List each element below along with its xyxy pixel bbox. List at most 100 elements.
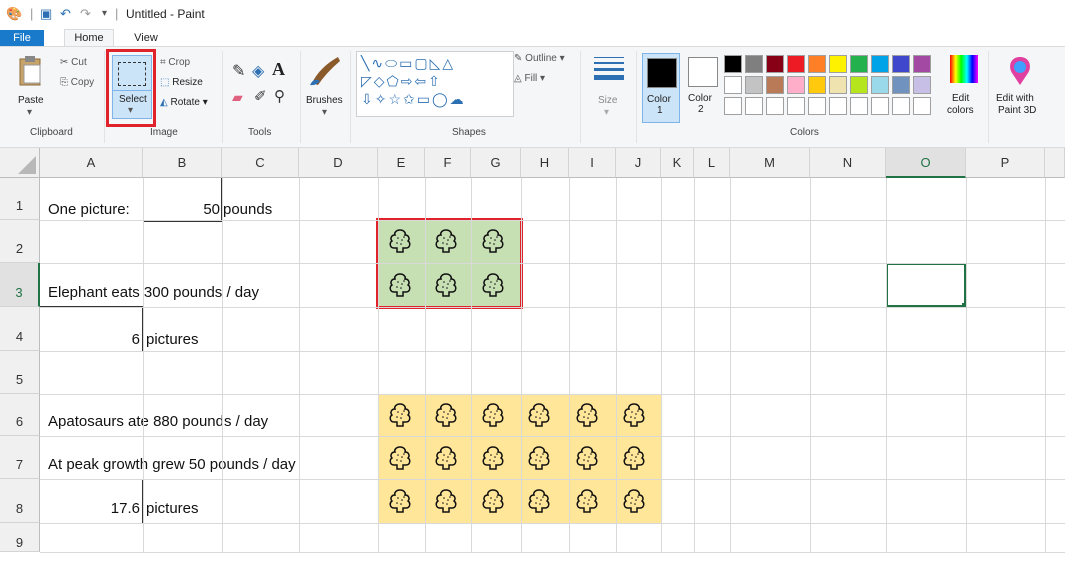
rotate-button[interactable]: ◭ Rotate ▾	[160, 97, 208, 108]
row-header-6[interactable]: 6	[0, 394, 40, 436]
palette-swatch[interactable]	[871, 55, 889, 73]
cut-button[interactable]: ✂ Cut	[60, 57, 87, 68]
palette-swatch[interactable]	[808, 76, 826, 94]
paint3d-icon[interactable]	[1006, 55, 1034, 87]
palette-swatch[interactable]	[913, 76, 931, 94]
column-header-g[interactable]: G	[471, 148, 521, 178]
color2-button[interactable]: Color 2	[684, 53, 720, 121]
edit-colors-label-2[interactable]: colors	[947, 105, 974, 116]
palette-swatch[interactable]	[892, 97, 910, 115]
text-tool-icon[interactable]: A	[272, 59, 285, 80]
save-icon[interactable]: ▣	[40, 6, 52, 22]
row-header-3[interactable]: 3	[0, 263, 40, 307]
palette-swatch[interactable]	[745, 55, 763, 73]
cell-b8[interactable]: pictures	[146, 500, 199, 517]
paste-label[interactable]: Paste	[18, 95, 44, 106]
column-header-j[interactable]: J	[616, 148, 661, 178]
palette-swatch[interactable]	[850, 97, 868, 115]
crop-button[interactable]: ⌗ Crop	[160, 57, 190, 68]
column-header-l[interactable]: L	[694, 148, 730, 178]
cell-a3[interactable]: Elephant eats 300 pounds / day	[48, 284, 259, 301]
column-header-a[interactable]: A	[40, 148, 143, 178]
tab-file[interactable]: File	[0, 30, 44, 46]
row-header-4[interactable]: 4	[0, 307, 40, 351]
tab-view[interactable]: View	[124, 30, 168, 46]
cell-a1[interactable]: One picture:	[48, 201, 130, 218]
edit-colors-label-1[interactable]: Edit	[952, 93, 969, 104]
row-header-9[interactable]: 9	[0, 523, 40, 552]
column-header-f[interactable]: F	[425, 148, 471, 178]
palette-swatch[interactable]	[724, 55, 742, 73]
row-header-1[interactable]: 1	[0, 178, 40, 220]
palette-swatch[interactable]	[724, 76, 742, 94]
eraser-icon[interactable]: ▰	[232, 89, 243, 106]
size-dropdown-icon[interactable]: ▾	[604, 107, 609, 118]
palette-swatch[interactable]	[892, 55, 910, 73]
palette-swatch[interactable]	[871, 76, 889, 94]
palette-swatch[interactable]	[766, 76, 784, 94]
cell-a6[interactable]: Apatosaurs ate 880 pounds / day	[48, 413, 268, 430]
resize-button[interactable]: ⬚ Resize	[160, 77, 203, 88]
palette-swatch[interactable]	[766, 97, 784, 115]
size-icon[interactable]	[594, 57, 624, 81]
palette-swatch[interactable]	[829, 55, 847, 73]
paste-dropdown-icon[interactable]: ▾	[27, 107, 32, 118]
palette-swatch[interactable]	[787, 97, 805, 115]
column-header-b[interactable]: B	[143, 148, 222, 178]
palette-swatch[interactable]	[913, 97, 931, 115]
tab-home[interactable]: Home	[64, 29, 114, 47]
palette-swatch[interactable]	[829, 97, 847, 115]
row-header-7[interactable]: 7	[0, 436, 40, 479]
palette-swatch[interactable]	[871, 97, 889, 115]
cell-b4[interactable]: pictures	[146, 331, 199, 348]
color-picker-icon[interactable]: ✐	[254, 87, 267, 105]
palette-swatch[interactable]	[850, 55, 868, 73]
column-header-k[interactable]: K	[661, 148, 694, 178]
outline-button[interactable]: ✎ Outline ▾	[514, 53, 565, 64]
palette-swatch[interactable]	[913, 55, 931, 73]
palette-swatch[interactable]	[808, 97, 826, 115]
column-header-m[interactable]: M	[730, 148, 810, 178]
row-header-8[interactable]: 8	[0, 479, 40, 523]
column-header-o[interactable]: O	[886, 148, 966, 178]
palette-swatch[interactable]	[829, 76, 847, 94]
customize-quick-access-icon[interactable]: ▾	[102, 6, 107, 22]
color1-button[interactable]: Color 1	[642, 53, 680, 123]
brushes-dropdown-icon[interactable]: ▾	[322, 107, 327, 118]
edit-colors-icon[interactable]	[950, 55, 978, 83]
palette-swatch[interactable]	[724, 97, 742, 115]
column-header-h[interactable]: H	[521, 148, 569, 178]
select-all-corner[interactable]	[0, 148, 40, 178]
shapes-gallery[interactable]: ╲∿⬭▭▢◺△ ◸◇⬠⇨⇦⇧ ⇩✧☆✩▭◯☁	[356, 51, 514, 117]
row-header-5[interactable]: 5	[0, 351, 40, 394]
column-header-p[interactable]: P	[966, 148, 1045, 178]
magnifier-icon[interactable]: ⚲	[274, 87, 285, 105]
size-label[interactable]: Size	[598, 95, 617, 106]
undo-icon[interactable]: ↶	[60, 6, 71, 22]
palette-swatch[interactable]	[745, 97, 763, 115]
palette-swatch[interactable]	[850, 76, 868, 94]
paint3d-label-1[interactable]: Edit with	[996, 93, 1034, 104]
fill-bucket-icon[interactable]: ◈	[252, 61, 264, 81]
pencil-icon[interactable]: ✎	[232, 61, 245, 81]
cell-c1[interactable]: pounds	[223, 201, 272, 218]
copy-button[interactable]: ⎘ Copy	[60, 77, 94, 88]
palette-swatch[interactable]	[745, 76, 763, 94]
redo-icon[interactable]: ↷	[80, 6, 91, 22]
column-header-n[interactable]: N	[810, 148, 886, 178]
palette-swatch[interactable]	[808, 55, 826, 73]
column-header-c[interactable]: C	[222, 148, 299, 178]
paste-icon[interactable]	[18, 55, 44, 87]
column-header-e[interactable]: E	[378, 148, 425, 178]
column-header-i[interactable]: I	[569, 148, 616, 178]
brushes-icon[interactable]	[308, 53, 342, 87]
cell-a7[interactable]: At peak growth grew 50 pounds / day	[48, 456, 296, 473]
fill-button[interactable]: ◬ Fill ▾	[514, 73, 545, 84]
brushes-label[interactable]: Brushes	[306, 95, 343, 106]
spreadsheet-canvas[interactable]: One picture: 50 pounds Elephant eats 300…	[0, 148, 1065, 553]
column-header-d[interactable]: D	[299, 148, 378, 178]
paint3d-label-2[interactable]: Paint 3D	[998, 105, 1036, 116]
active-cell-o3[interactable]	[886, 263, 966, 307]
palette-swatch[interactable]	[787, 55, 805, 73]
row-header-2[interactable]: 2	[0, 220, 40, 263]
